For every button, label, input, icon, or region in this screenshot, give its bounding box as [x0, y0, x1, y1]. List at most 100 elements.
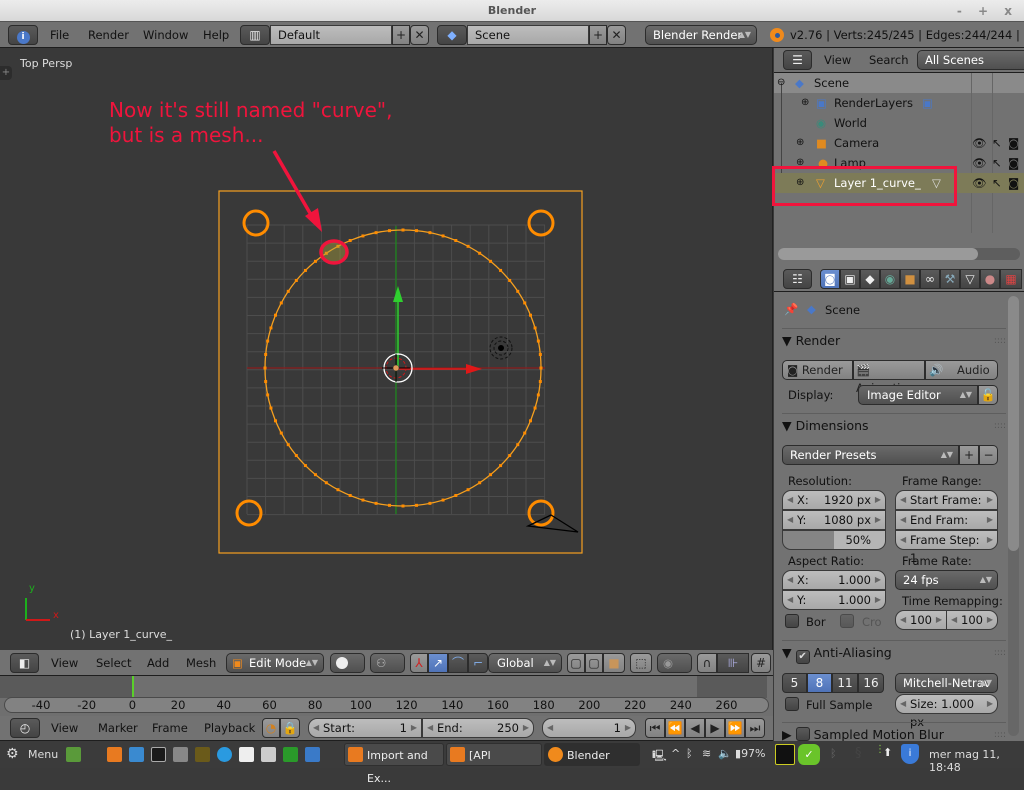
resolution-percentage-slider[interactable]: 50% — [782, 530, 886, 550]
render-camera-icon[interactable]: ◙ — [1008, 133, 1019, 153]
update-arrow-icon[interactable]: ⬆ — [883, 746, 892, 759]
outliner-item-renderlayers[interactable]: ⊕ ▣ RenderLayers ▣ — [774, 93, 1024, 113]
aa-samples-16[interactable]: 16 — [858, 673, 884, 693]
preview-range-button[interactable]: ◔ — [262, 718, 280, 738]
tab-data[interactable]: ▽ — [960, 269, 980, 289]
task-api-formazione[interactable]: [API Formazio... — [446, 743, 542, 766]
drag-handle-icon[interactable]: :::: — [994, 414, 1006, 438]
start-menu-button[interactable]: Menu — [28, 748, 58, 761]
timeline-menu-playback[interactable]: Playback — [204, 716, 255, 741]
timeline-menu-view[interactable]: View — [51, 716, 78, 741]
network-icon[interactable]: 🖳 — [652, 747, 667, 766]
anti-aliasing-panel-header[interactable]: ▼ ✔ Anti-Aliasing:::: — [782, 640, 1006, 664]
bluetooth-tray-icon[interactable]: ᛒ — [830, 747, 837, 760]
snap-element-select[interactable]: ⊪ — [717, 653, 749, 673]
anti-aliasing-checkbox[interactable]: ✔ — [795, 650, 810, 664]
scene-name-field[interactable]: Scene — [467, 25, 589, 45]
writer-launcher-icon[interactable] — [305, 747, 320, 762]
corner-circle-tr[interactable] — [527, 209, 555, 237]
outliner-hscroll-track[interactable] — [778, 248, 1020, 260]
jump-end-button[interactable]: ⏭ — [745, 718, 765, 738]
aa-samples-5[interactable]: 5 — [782, 673, 807, 693]
shading-select[interactable] — [330, 653, 365, 673]
visibility-eye-icon[interactable]: 👁 — [972, 173, 987, 193]
menu-select[interactable]: Select — [96, 650, 131, 676]
properties-scroll-thumb[interactable] — [1008, 296, 1019, 551]
menu-window[interactable]: Window — [143, 22, 188, 48]
aa-filter-select[interactable]: Mitchell-Netrav ▲▼ — [895, 673, 998, 693]
outliner-item-camera[interactable]: ⊕ ■ Camera 👁 ↖ ◙ — [774, 133, 1024, 153]
corner-circle-bl[interactable] — [235, 499, 263, 527]
task-import-and-export[interactable]: Import and Ex... — [344, 743, 444, 785]
play-button[interactable]: ▶ — [705, 718, 725, 738]
current-frame-marker[interactable] — [132, 676, 134, 698]
outliner-hscroll-thumb[interactable] — [778, 248, 978, 260]
tab-texture[interactable]: ▦ — [1000, 269, 1022, 289]
bluetooth-icon[interactable]: ᛒ — [686, 747, 693, 760]
file-manager-launcher-icon[interactable] — [173, 747, 188, 762]
current-frame-field[interactable]: ◀ 1 ▶ — [542, 718, 636, 738]
menu-file[interactable]: File — [50, 22, 69, 48]
visibility-eye-icon[interactable]: 👁 — [972, 153, 987, 173]
outliner-item-scene[interactable]: ⊖ ◆ Scene — [774, 73, 1024, 93]
plane-outline[interactable] — [218, 190, 583, 554]
corner-circle-tl[interactable] — [242, 209, 270, 237]
lock-range-button[interactable]: 🔒 — [280, 718, 300, 738]
play-reverse-button[interactable]: ◀ — [685, 718, 705, 738]
snap-toggle[interactable]: ∩ — [697, 653, 717, 673]
editor-type-outliner-button[interactable]: ☰ — [783, 50, 812, 70]
filter-size-field[interactable]: ◀ Size: 1.000 px ▶ — [895, 694, 998, 729]
wifi-icon[interactable]: ≋ — [702, 747, 711, 760]
lock-interface-button[interactable]: 🔓 — [978, 385, 998, 405]
tray-app-icon[interactable] — [775, 744, 795, 765]
tray-expand-icon[interactable]: ^ — [671, 747, 680, 760]
menu-mesh[interactable]: Mesh — [186, 650, 216, 676]
drag-handle-icon[interactable]: :::: — [994, 329, 1006, 353]
proportional-edit-select[interactable]: ◉ — [657, 653, 692, 673]
crop-checkbox[interactable] — [840, 614, 854, 628]
pin-icon[interactable]: 📌 — [784, 302, 798, 316]
frame-rate-select[interactable]: 24 fps ▲▼ — [895, 570, 998, 590]
info-shield-icon[interactable]: i — [901, 744, 919, 764]
timeline-area[interactable]: -40 -20 0 20 40 60 80 100 120 140 160 180 200 220 240 2… — [0, 676, 773, 716]
visibility-eye-icon[interactable]: 👁 — [972, 133, 987, 153]
aa-samples-11[interactable]: 11 — [832, 673, 858, 693]
volume-icon[interactable]: 🔈 — [718, 747, 732, 760]
outliner-menu-search[interactable]: Search — [869, 48, 909, 73]
resolution-x-field[interactable]: ◀ X: 1920 px ▶ — [782, 490, 886, 510]
edge-select-mode[interactable]: ▢ — [585, 653, 603, 673]
tab-scene[interactable]: ◆ — [860, 269, 880, 289]
aspect-x-field[interactable]: ◀ X: 1.000 ▶ — [782, 570, 886, 590]
end-frame-field[interactable]: ◀ End: 250 ▶ — [422, 718, 534, 738]
render-presets-select[interactable]: Render Presets ▲▼ — [782, 445, 959, 465]
tab-render[interactable]: ◙ — [820, 269, 840, 289]
select-arrow-icon[interactable]: ↖ — [992, 133, 1002, 153]
tab-modifiers[interactable]: ⚒ — [940, 269, 960, 289]
battery-indicator[interactable]: ▮97% — [735, 747, 766, 760]
lamp-object[interactable] — [489, 336, 513, 360]
tab-object[interactable]: ■ — [900, 269, 920, 289]
chrome-launcher-icon[interactable] — [129, 747, 144, 762]
window-controls[interactable]: - + x — [957, 0, 1018, 22]
tab-world[interactable]: ◉ — [880, 269, 900, 289]
menu-help[interactable]: Help — [203, 22, 229, 48]
clock[interactable]: mer mag 11, 18:48 — [929, 748, 1024, 774]
manipulator-toggle[interactable]: ⅄ — [410, 653, 428, 673]
tray-swirl-icon[interactable]: § — [855, 746, 862, 761]
display-select[interactable]: Image Editor ▲▼ — [858, 385, 978, 405]
vertex-select-mode[interactable]: ▢ — [567, 653, 585, 673]
outliner-item-world[interactable]: ◉ World — [774, 113, 1024, 133]
start-frame-field[interactable]: ◀ Start: 1 ▶ — [308, 718, 422, 738]
tab-constraints[interactable]: ∞ — [920, 269, 940, 289]
editor-type-3d-button[interactable]: ◧ — [10, 653, 39, 673]
select-arrow-icon[interactable]: ↖ — [992, 173, 1002, 193]
outliner-menu-view[interactable]: View — [824, 48, 851, 73]
layout-browse-button[interactable]: ▥ — [240, 25, 270, 45]
remove-preset-button[interactable]: − — [979, 445, 998, 465]
tab-material[interactable]: ● — [980, 269, 1000, 289]
select-arrow-icon[interactable]: ↖ — [992, 153, 1002, 173]
aa-samples-8[interactable]: 8 — [807, 673, 832, 693]
terminal-launcher-icon[interactable] — [151, 747, 166, 762]
menu-add[interactable]: Add — [147, 650, 169, 676]
drag-handle-icon[interactable]: :::: — [994, 641, 1006, 665]
